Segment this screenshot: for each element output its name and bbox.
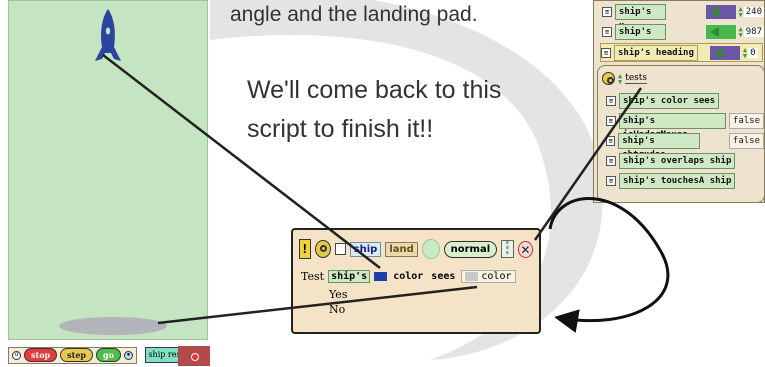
test-row[interactable]: ≡ ship's color sees — [606, 92, 720, 109]
sees-tile[interactable]: sees — [429, 271, 457, 282]
tile-menu-icon[interactable]: ≡ — [606, 135, 616, 146]
assign-arrow-icon[interactable] — [705, 24, 736, 39]
instruction-text-line1: angle and the landing pad. — [230, 3, 478, 26]
dot-icon[interactable]: ● — [123, 350, 133, 360]
value-stepper[interactable]: ▲ ▼ 987 — [739, 25, 764, 38]
viewer-row-y[interactable]: ≡ ship's y ▲▼987 — [602, 23, 764, 51]
instruction-text-line3: script to finish it!! — [247, 115, 434, 143]
script-header: ! ship land normal ≡ ≡ ≡ ✕ — [299, 236, 533, 262]
stop-button[interactable]: stop — [24, 348, 58, 362]
script-name-tile[interactable]: land — [385, 241, 418, 257]
test-label[interactable]: ship's touchesA ship — [619, 172, 736, 189]
test-row[interactable]: ≡ ship's overlaps ship — [606, 152, 736, 169]
test-value: false — [728, 112, 764, 129]
clock-icon[interactable] — [421, 239, 440, 259]
collapse-ring-icon[interactable] — [602, 72, 615, 85]
test-keyword: Test — [301, 270, 325, 283]
no-label: No — [329, 303, 346, 316]
category-stepper-icon[interactable]: ▲ ▼ — [618, 72, 622, 85]
viewer-row-x[interactable]: ≡ ship's x ▲▼240 — [602, 3, 764, 31]
run-controls: o stop step go ● — [8, 346, 137, 364]
assign-arrow-icon[interactable] — [705, 4, 736, 19]
test-label[interactable]: ship's color sees — [619, 92, 720, 109]
control-bar: o stop step go ● — [8, 345, 137, 365]
run-once-button[interactable]: ! — [299, 239, 311, 259]
no-line: No — [329, 303, 345, 316]
script-status-button[interactable]: normal — [443, 240, 498, 258]
color-target-label: color — [481, 271, 512, 282]
script-ring-icon[interactable] — [314, 240, 331, 258]
tile-menu-icon[interactable]: ≡ — [602, 26, 612, 37]
value-stepper[interactable]: ▲ ▼ 0 — [743, 46, 758, 59]
test-value: false — [728, 132, 764, 149]
color-tile[interactable]: color — [391, 271, 425, 282]
ship-color-swatch[interactable] — [374, 272, 388, 281]
category-name[interactable]: tests — [625, 73, 648, 84]
viewer-row-label[interactable]: ship's heading — [614, 44, 698, 61]
record-icon — [191, 353, 199, 361]
test-label[interactable]: ship's isUnderMouse — [618, 112, 726, 140]
test-row[interactable]: ≡ ship's isUnderMouse false — [606, 112, 764, 140]
close-icon[interactable]: ✕ — [517, 240, 533, 258]
test-row[interactable]: ≡ ship's touchesA ship — [606, 172, 736, 189]
tests-category-panel: ▲▼ tests ≡ ship's color sees ≡ ship's is… — [597, 65, 765, 203]
script-menu-icon[interactable]: ≡ ≡ ≡ — [501, 240, 514, 258]
viewer-row-label[interactable]: ship's x — [614, 3, 666, 31]
ships-tile[interactable]: ship's — [328, 270, 371, 283]
object-name-tile[interactable]: ship — [349, 241, 382, 257]
tile-menu-icon[interactable]: ≡ — [606, 175, 616, 186]
test-row[interactable]: ≡ ship's obtrudes false — [606, 132, 764, 160]
color-target-tile[interactable]: color — [461, 270, 516, 283]
rocket-ship-icon[interactable] — [93, 9, 123, 69]
script-editor[interactable]: ! ship land normal ≡ ≡ ≡ ✕ Test ship's col… — [291, 228, 541, 334]
yes-line: Yes — [329, 288, 347, 301]
viewer-row-heading[interactable]: ≡ ship's heading ▲ ▼ 0 — [600, 43, 763, 62]
yes-label: Yes — [329, 288, 348, 301]
test-label[interactable]: ship's overlaps ship — [619, 152, 736, 169]
step-button[interactable]: step — [60, 348, 94, 362]
instruction-text-line2: We'll come back to this — [247, 76, 502, 104]
tile-menu-icon[interactable]: ≡ — [606, 115, 616, 126]
viewer-row-label[interactable]: ship's y — [614, 23, 666, 51]
tile-menu-icon[interactable]: ≡ — [606, 95, 616, 106]
target-color-swatch[interactable] — [465, 272, 479, 281]
landing-pad[interactable] — [59, 317, 167, 335]
tile-menu-icon[interactable]: ≡ — [606, 155, 616, 166]
script-checkbox[interactable] — [334, 243, 346, 255]
circle-icon[interactable]: o — [12, 350, 21, 360]
assign-arrow-icon[interactable] — [709, 45, 740, 60]
tests-header[interactable]: ▲ ▼ tests — [602, 70, 648, 87]
record-button[interactable] — [178, 346, 210, 366]
test-label[interactable]: ship's obtrudes — [618, 132, 700, 160]
value-stepper[interactable]: ▲ ▼ 240 — [739, 5, 764, 18]
stage-world[interactable] — [8, 0, 208, 340]
test-line: Test ship's color sees color — [301, 270, 516, 283]
go-button[interactable]: go — [96, 348, 121, 362]
script-body: Test ship's color sees color Yes No — [299, 266, 533, 326]
tile-menu-icon[interactable]: ≡ — [601, 47, 611, 58]
tile-menu-icon[interactable]: ≡ — [602, 6, 612, 17]
